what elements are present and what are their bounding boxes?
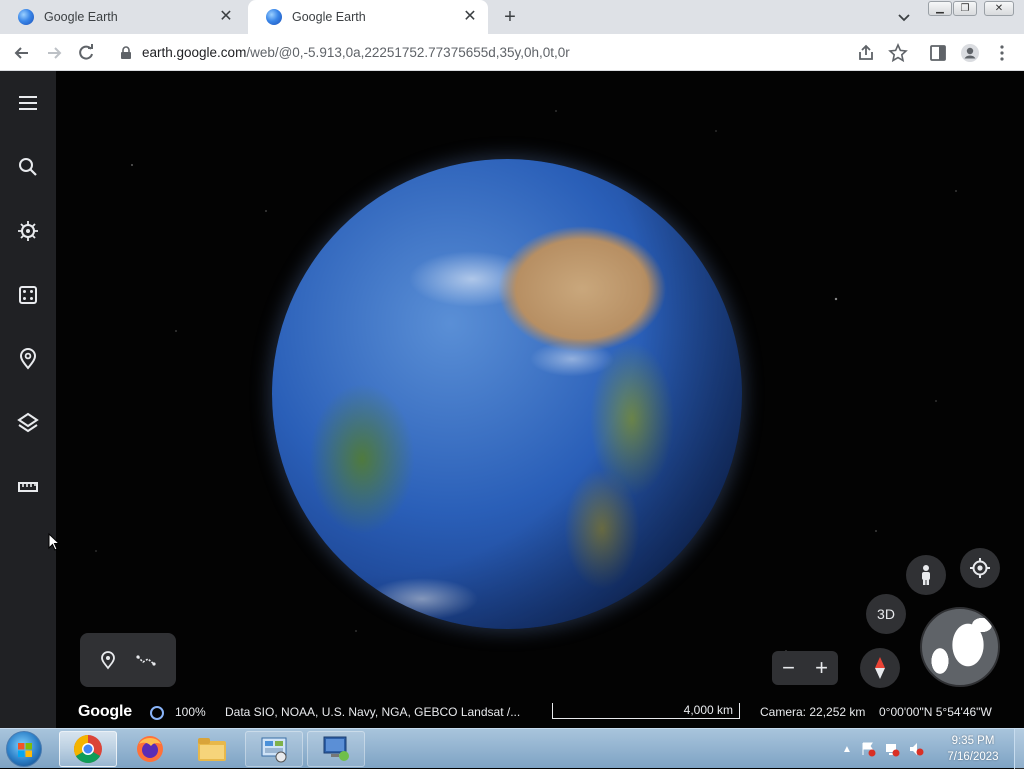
pegman-street-view-button[interactable] xyxy=(906,555,946,595)
url-host: earth.google.com xyxy=(142,45,247,60)
measure-ruler-icon[interactable] xyxy=(16,475,40,499)
compass-button[interactable] xyxy=(860,648,900,688)
bookmark-star-icon[interactable] xyxy=(888,43,908,63)
address-bar[interactable]: earth.google.com/web/@0,-5.913,0a,222517… xyxy=(110,38,910,67)
compass-needle-icon xyxy=(875,657,885,679)
taskbar-remote-desktop[interactable] xyxy=(307,731,365,767)
zoom-controls: − + xyxy=(772,651,838,685)
menu-icon[interactable] xyxy=(16,91,40,115)
browser-tab-strip: Google Earth ✕ Google Earth ✕ + ▁ ❐ ✕ xyxy=(0,0,1024,34)
layers-icon[interactable] xyxy=(16,411,40,435)
globe-terminator-shadow xyxy=(272,159,742,629)
google-earth-app: 3D − + Google 100% Data SIO, NOAA, U.S. … xyxy=(0,71,1024,728)
show-desktop-button[interactable] xyxy=(1014,729,1024,769)
url-text: earth.google.com/web/@0,-5.913,0a,222517… xyxy=(142,45,570,60)
projects-pin-icon[interactable] xyxy=(16,347,40,371)
minimize-window-button[interactable]: ▁ xyxy=(928,1,952,16)
loading-progress-icon xyxy=(150,706,164,720)
url-path: /web/@0,-5.913,0a,22251752.77375655d,35y… xyxy=(246,45,570,60)
more-options-icon[interactable] xyxy=(992,43,1012,63)
taskbar-firefox[interactable] xyxy=(121,731,179,767)
camera-altitude: Camera: 22,252 km xyxy=(760,705,866,719)
reload-icon[interactable] xyxy=(76,43,96,63)
scale-label: 4,000 km xyxy=(683,703,733,717)
tab-title: Google Earth xyxy=(292,10,366,24)
earth-globe[interactable] xyxy=(272,159,742,629)
zoom-in-button[interactable]: + xyxy=(815,655,828,681)
close-tab-icon[interactable]: ✕ xyxy=(218,9,234,25)
tab-search-chevron-icon[interactable] xyxy=(895,8,913,26)
place-marker-toolbar xyxy=(80,633,176,687)
browser-tab-active[interactable]: Google Earth ✕ xyxy=(248,0,488,34)
taskbar-file-explorer[interactable] xyxy=(183,731,241,767)
system-tray: ▲ xyxy=(842,739,924,759)
volume-muted-icon[interactable] xyxy=(908,741,924,757)
control-panel-icon xyxy=(261,737,287,763)
start-button[interactable] xyxy=(6,731,42,767)
lock-icon xyxy=(121,45,131,59)
tab-title: Google Earth xyxy=(44,10,118,24)
profile-avatar-icon[interactable] xyxy=(960,43,980,63)
show-hidden-icons-icon[interactable]: ▲ xyxy=(842,744,852,755)
google-logo: Google xyxy=(78,703,132,720)
search-icon[interactable] xyxy=(16,155,40,179)
clock-date: 7/16/2023 xyxy=(947,751,999,763)
windows-taskbar: ▲ 9:35 PM 7/16/2023 xyxy=(0,728,1024,769)
zoom-out-button[interactable]: − xyxy=(782,655,795,681)
mouse-cursor-icon xyxy=(48,533,60,551)
browser-toolbar: earth.google.com/web/@0,-5.913,0a,222517… xyxy=(0,34,1024,71)
chrome-icon xyxy=(74,735,102,763)
side-panel-icon[interactable] xyxy=(928,43,948,63)
forward-arrow-icon[interactable] xyxy=(44,43,64,63)
my-location-button[interactable] xyxy=(960,548,1000,588)
add-placemark-icon[interactable] xyxy=(98,650,118,670)
voyager-icon[interactable] xyxy=(16,219,40,243)
google-earth-favicon-icon xyxy=(18,9,34,25)
data-attribution[interactable]: Data SIO, NOAA, U.S. Navy, NGA, GEBCO La… xyxy=(225,705,520,719)
system-clock[interactable]: 9:35 PM 7/16/2023 xyxy=(938,733,1008,765)
crosshair-location-icon xyxy=(970,558,990,578)
firefox-icon xyxy=(137,736,163,762)
clock-time: 9:35 PM xyxy=(951,735,995,747)
toggle-3d-button[interactable]: 3D xyxy=(866,594,906,634)
status-bar: Google 100% Data SIO, NOAA, U.S. Navy, N… xyxy=(56,699,1024,728)
loading-progress-text: 100% xyxy=(175,705,206,719)
close-window-button[interactable]: ✕ xyxy=(984,1,1014,16)
share-icon[interactable] xyxy=(856,43,876,63)
restore-window-button[interactable]: ❐ xyxy=(953,1,977,16)
taskbar-control-panel[interactable] xyxy=(245,731,303,767)
windows-logo-icon xyxy=(18,743,32,757)
taskbar-chrome[interactable] xyxy=(59,731,117,767)
remote-desktop-icon xyxy=(323,736,349,761)
folder-icon xyxy=(198,738,226,761)
new-tab-button[interactable]: + xyxy=(498,5,522,29)
browser-tab[interactable]: Google Earth ✕ xyxy=(0,0,244,34)
cursor-coordinates: 0°00'00"N 5°54'46"W xyxy=(879,705,992,719)
scale-bar: 4,000 km xyxy=(552,703,740,719)
sidebar xyxy=(0,71,56,728)
network-icon[interactable] xyxy=(884,741,900,757)
pegman-icon xyxy=(922,565,930,585)
action-center-flag-icon[interactable] xyxy=(860,741,876,757)
back-arrow-icon[interactable] xyxy=(12,43,32,63)
close-tab-icon[interactable]: ✕ xyxy=(462,9,478,25)
overview-minimap-globe[interactable] xyxy=(920,607,1000,687)
google-earth-favicon-icon xyxy=(266,9,282,25)
draw-path-icon[interactable] xyxy=(136,650,156,670)
feeling-lucky-dice-icon[interactable] xyxy=(16,283,40,307)
